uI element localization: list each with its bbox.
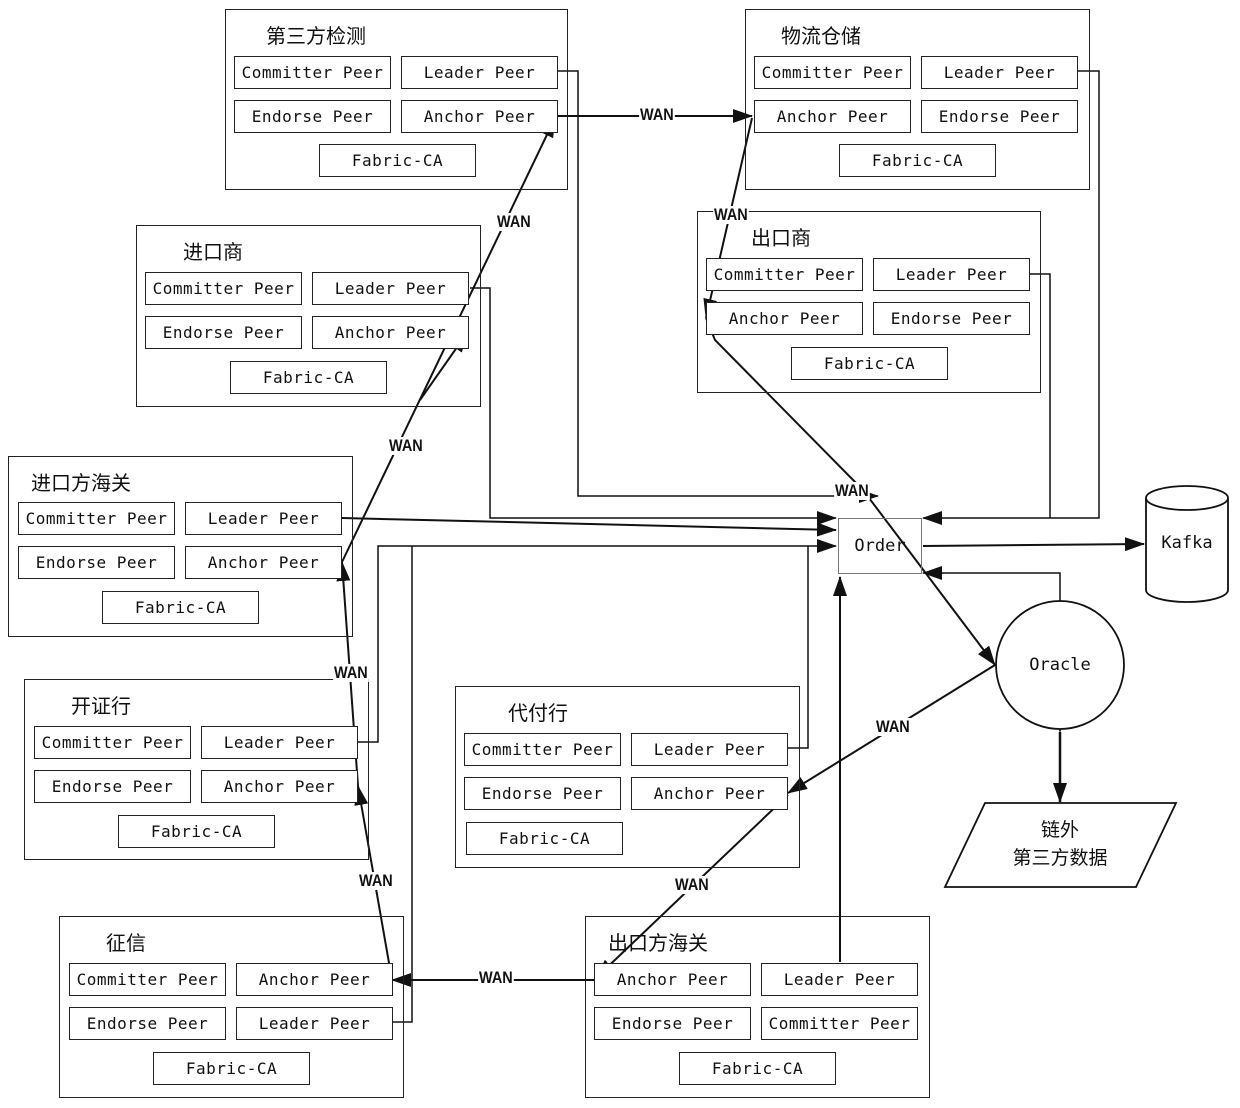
offchain-label-line2: 第三方数据 xyxy=(1012,847,1108,869)
anchor-peer[interactable]: Anchor Peer xyxy=(706,302,863,335)
wan-label: WAN xyxy=(713,205,749,224)
wan-label: WAN xyxy=(478,968,514,987)
endorse-peer[interactable]: Endorse Peer xyxy=(34,770,191,803)
endorse-peer[interactable]: Endorse Peer xyxy=(69,1007,226,1040)
org-issuing-bank: 开证行 Committer Peer Leader Peer Endorse P… xyxy=(24,679,369,860)
org-title: 第三方检测 xyxy=(266,24,366,48)
org-title: 出口商 xyxy=(751,226,811,250)
committer-peer[interactable]: Committer Peer xyxy=(464,733,621,766)
anchor-peer[interactable]: Anchor Peer xyxy=(401,100,558,133)
anchor-peer[interactable]: Anchor Peer xyxy=(594,963,751,996)
wan-label: WAN xyxy=(674,875,710,894)
committer-peer[interactable]: Committer Peer xyxy=(34,726,191,759)
endorse-peer[interactable]: Endorse Peer xyxy=(594,1007,751,1040)
org-third-party-testing: 第三方检测 Committer Peer Leader Peer Endorse… xyxy=(225,9,568,190)
line-order-to-kafka xyxy=(922,537,1145,552)
org-title: 物流仓储 xyxy=(781,24,861,48)
committer-peer[interactable]: Committer Peer xyxy=(761,1007,918,1040)
offchain-label-line1: 链外 xyxy=(1040,819,1079,841)
fabric-ca[interactable]: Fabric-CA xyxy=(102,591,259,624)
oracle-node[interactable]: Oracle xyxy=(1000,645,1120,685)
committer-peer[interactable]: Committer Peer xyxy=(234,56,391,89)
committer-peer[interactable]: Committer Peer xyxy=(145,272,302,305)
org-logistics-warehouse: 物流仓储 Committer Peer Leader Peer Anchor P… xyxy=(745,9,1090,190)
wan-label: WAN xyxy=(875,717,911,736)
leader-peer[interactable]: Leader Peer xyxy=(873,258,1030,291)
org-title: 进口商 xyxy=(183,240,243,264)
leader-peer[interactable]: Leader Peer xyxy=(312,272,469,305)
org-importer: 进口商 Committer Peer Leader Peer Endorse P… xyxy=(136,225,481,407)
committer-peer[interactable]: Committer Peer xyxy=(754,56,911,89)
org-title: 征信 xyxy=(106,931,146,955)
endorse-peer[interactable]: Endorse Peer xyxy=(145,316,302,349)
fabric-ca[interactable]: Fabric-CA xyxy=(319,144,476,177)
wan-label: WAN xyxy=(834,481,870,500)
endorse-peer[interactable]: Endorse Peer xyxy=(464,777,621,810)
fabric-ca[interactable]: Fabric-CA xyxy=(839,144,996,177)
org-exporter: 出口商 Committer Peer Leader Peer Anchor Pe… xyxy=(697,211,1041,393)
anchor-peer[interactable]: Anchor Peer xyxy=(631,777,788,810)
org-title: 代付行 xyxy=(508,701,568,725)
org-credit-bureau: 征信 Committer Peer Anchor Peer Endorse Pe… xyxy=(59,916,404,1098)
offchain-data-node[interactable]: 链外 第三方数据 xyxy=(985,816,1135,872)
leader-peer[interactable]: Leader Peer xyxy=(236,1007,393,1040)
fabric-ca[interactable]: Fabric-CA xyxy=(230,361,387,394)
endorse-peer[interactable]: Endorse Peer xyxy=(873,302,1030,335)
leader-peer[interactable]: Leader Peer xyxy=(761,963,918,996)
org-export-customs: 出口方海关 Anchor Peer Leader Peer Endorse Pe… xyxy=(585,916,930,1098)
org-title: 进口方海关 xyxy=(31,471,131,495)
committer-peer[interactable]: Committer Peer xyxy=(18,502,175,535)
org-title: 出口方海关 xyxy=(608,931,708,955)
anchor-peer[interactable]: Anchor Peer xyxy=(312,316,469,349)
wan-label: WAN xyxy=(333,663,369,682)
fabric-ca[interactable]: Fabric-CA xyxy=(118,815,275,848)
line-oracle-to-order xyxy=(922,566,1061,601)
leader-peer[interactable]: Leader Peer xyxy=(921,56,1078,89)
anchor-peer[interactable]: Anchor Peer xyxy=(754,100,911,133)
fabric-ca[interactable]: Fabric-CA xyxy=(466,822,623,855)
committer-peer[interactable]: Committer Peer xyxy=(706,258,863,291)
org-title: 开证行 xyxy=(71,694,131,718)
wan-label: WAN xyxy=(496,212,532,231)
wan-label: WAN xyxy=(388,436,424,455)
leader-peer[interactable]: Leader Peer xyxy=(201,726,358,759)
endorse-peer[interactable]: Endorse Peer xyxy=(234,100,391,133)
kafka-node[interactable]: Kafka xyxy=(1146,520,1228,566)
anchor-peer[interactable]: Anchor Peer xyxy=(185,546,342,579)
leader-peer[interactable]: Leader Peer xyxy=(401,56,558,89)
order-node[interactable]: Order xyxy=(838,518,922,574)
endorse-peer[interactable]: Endorse Peer xyxy=(18,546,175,579)
fabric-ca[interactable]: Fabric-CA xyxy=(679,1052,836,1085)
leader-peer[interactable]: Leader Peer xyxy=(185,502,342,535)
fabric-ca[interactable]: Fabric-CA xyxy=(153,1052,310,1085)
anchor-peer[interactable]: Anchor Peer xyxy=(236,963,393,996)
anchor-peer[interactable]: Anchor Peer xyxy=(201,770,358,803)
committer-peer[interactable]: Committer Peer xyxy=(69,963,226,996)
org-paying-bank: 代付行 Committer Peer Leader Peer Endorse P… xyxy=(455,686,800,868)
endorse-peer[interactable]: Endorse Peer xyxy=(921,100,1078,133)
line-import-customs-leader-to-order xyxy=(341,517,837,537)
org-import-customs: 进口方海关 Committer Peer Leader Peer Endorse… xyxy=(8,456,353,637)
leader-peer[interactable]: Leader Peer xyxy=(631,733,788,766)
wan-label: WAN xyxy=(358,871,394,890)
fabric-ca[interactable]: Fabric-CA xyxy=(791,347,948,380)
wan-label: WAN xyxy=(639,105,675,124)
